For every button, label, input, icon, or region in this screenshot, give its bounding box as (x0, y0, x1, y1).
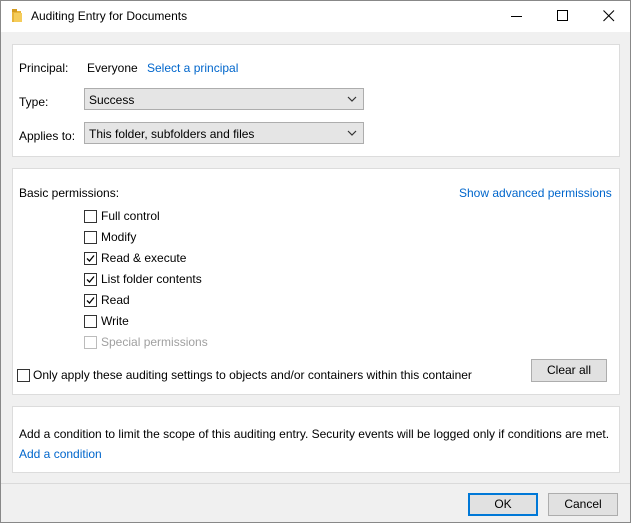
chevron-down-icon (347, 96, 357, 102)
footer-divider (1, 483, 630, 484)
checkbox (84, 336, 97, 349)
only-apply-label: Only apply these auditing settings to ob… (33, 368, 472, 382)
cancel-button[interactable]: Cancel (548, 493, 618, 516)
basic-permissions-heading: Basic permissions: (19, 186, 120, 200)
condition-description: Add a condition to limit the scope of th… (19, 427, 610, 441)
maximize-button[interactable] (540, 1, 586, 32)
checkmark-icon (86, 255, 95, 262)
principal-label: Principal: (19, 61, 69, 75)
close-icon (603, 10, 615, 22)
checkbox[interactable] (84, 294, 97, 307)
minimize-icon (511, 16, 522, 17)
ok-button[interactable]: OK (468, 493, 538, 516)
permission-label: Read (101, 293, 130, 307)
minimize-button[interactable] (494, 1, 540, 32)
checkbox[interactable] (84, 273, 97, 286)
select-principal-link[interactable]: Select a principal (147, 61, 238, 75)
principal-value: Everyone (87, 61, 138, 75)
applies-to-label: Applies to: (19, 129, 76, 143)
permission-label: Read & execute (101, 251, 187, 265)
close-button[interactable] (586, 1, 631, 32)
chevron-down-icon (347, 130, 357, 136)
condition-group: Add a condition to limit the scope of th… (12, 406, 620, 473)
checkbox[interactable] (84, 252, 97, 265)
folder-icon (12, 9, 22, 23)
applies-to-select[interactable]: This folder, subfolders and files (84, 122, 364, 144)
clear-all-button[interactable]: Clear all (531, 359, 607, 382)
window-title: Auditing Entry for Documents (31, 9, 188, 23)
dialog-window: Auditing Entry for Documents Principal: … (0, 0, 631, 523)
checkmark-icon (86, 297, 95, 304)
applies-to-select-value: This folder, subfolders and files (89, 127, 255, 141)
add-condition-link[interactable]: Add a condition (19, 447, 102, 461)
checkbox[interactable] (84, 315, 97, 328)
permission-label: Modify (101, 230, 137, 244)
permission-label: Special permissions (101, 335, 208, 349)
maximize-icon (557, 10, 568, 21)
principal-group: Principal: Everyone Select a principal T… (12, 44, 620, 157)
type-label: Type: (19, 95, 49, 109)
type-select-value: Success (89, 93, 135, 107)
permissions-group: Basic permissions: Show advanced permiss… (12, 168, 620, 395)
checkbox[interactable] (84, 231, 97, 244)
show-advanced-permissions-link[interactable]: Show advanced permissions (459, 186, 612, 200)
checkmark-icon (86, 276, 95, 283)
only-apply-checkbox[interactable] (17, 369, 30, 382)
permission-label: List folder contents (101, 272, 202, 286)
title-bar[interactable]: Auditing Entry for Documents (1, 1, 630, 32)
permission-label: Full control (101, 209, 160, 223)
permission-label: Write (101, 314, 129, 328)
checkbox[interactable] (84, 210, 97, 223)
type-select[interactable]: Success (84, 88, 364, 110)
